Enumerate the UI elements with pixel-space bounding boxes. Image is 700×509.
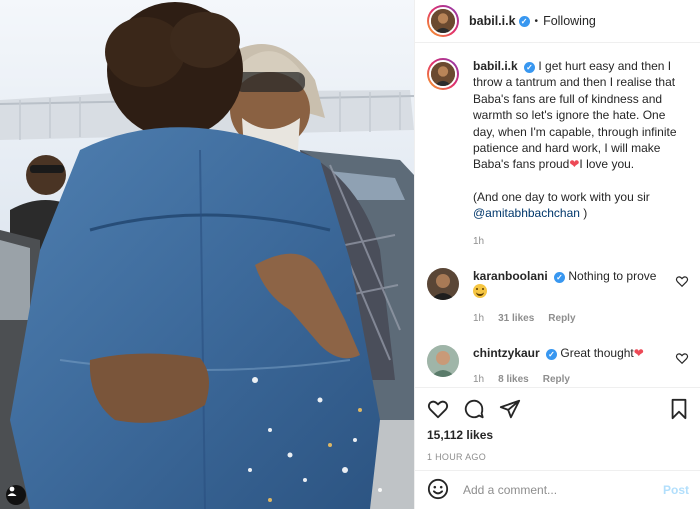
verified-badge-icon: ✓ xyxy=(524,62,536,73)
caption-avatar-image xyxy=(429,60,457,88)
comment-like-heart-icon[interactable] xyxy=(675,274,689,288)
caption-text-2-end: ) xyxy=(579,206,588,221)
verified-badge-icon: ✓ xyxy=(554,272,566,284)
add-comment-bar: Post xyxy=(415,470,700,509)
likes-count[interactable]: 15,112 likes xyxy=(427,428,689,442)
comment-icon[interactable] xyxy=(463,398,485,420)
comment-username[interactable]: chintzykaur xyxy=(473,346,540,360)
post-photo[interactable] xyxy=(0,0,414,509)
heart-icon[interactable] xyxy=(427,398,449,420)
reply-button[interactable]: Reply xyxy=(548,311,575,327)
comment-body: karanboolani ✓ Nothing to prove 1h 31 li… xyxy=(473,268,669,327)
tag-people-icon[interactable] xyxy=(6,485,26,505)
header-separator: • xyxy=(534,15,539,27)
emoji-icon[interactable] xyxy=(427,478,449,503)
comment-meta: 1h 8 likes Reply xyxy=(473,372,669,387)
comments-list[interactable]: babil.i.k ✓ I get hurt easy and then I t… xyxy=(415,44,700,387)
comment-body: chintzykaur ✓ Great thought❤ 1h 8 likes … xyxy=(473,345,669,387)
bookmark-icon[interactable] xyxy=(669,398,689,423)
commenter-avatar[interactable] xyxy=(427,345,459,378)
caption-body: babil.i.k ✓ I get hurt easy and then I t… xyxy=(473,58,689,250)
comment-time: 1h xyxy=(473,312,485,324)
commenter-avatar[interactable] xyxy=(427,268,459,301)
post-comment-button[interactable]: Post xyxy=(663,483,689,497)
mention-link[interactable]: @amitabhbachchan xyxy=(473,206,580,220)
caption-text-2: (And one day to work with you sir xyxy=(473,189,650,204)
caption-text: I get hurt easy and then I throw a tantr… xyxy=(473,59,677,172)
author-avatar-image xyxy=(429,7,457,35)
share-icon[interactable] xyxy=(499,398,521,420)
comment-username[interactable]: karanboolani xyxy=(473,269,548,283)
caption-time: 1h xyxy=(473,235,485,247)
comment-meta: 1h 31 likes Reply xyxy=(473,311,669,327)
comment-item: karanboolani ✓ Nothing to prove 1h 31 li… xyxy=(427,268,689,327)
post-caption: babil.i.k ✓ I get hurt easy and then I t… xyxy=(427,58,689,250)
comment-input[interactable] xyxy=(463,483,653,497)
post-side-panel: babil.i.k ✓ • Following babil.i.k ✓ I ge… xyxy=(414,0,700,509)
following-button[interactable]: Following xyxy=(543,14,596,28)
tag-people-glyph xyxy=(7,486,17,496)
comment-text: Nothing to prove xyxy=(568,269,657,284)
action-bar xyxy=(427,388,689,430)
comment-item: chintzykaur ✓ Great thought❤ 1h 8 likes … xyxy=(427,345,689,387)
comment-likes[interactable]: 8 likes xyxy=(498,372,529,387)
reply-button[interactable]: Reply xyxy=(543,372,570,387)
comment-likes[interactable]: 31 likes xyxy=(498,311,534,327)
author-username[interactable]: babil.i.k xyxy=(469,14,516,28)
heart-emoji: ❤ xyxy=(633,346,644,361)
post-photo-image xyxy=(0,0,414,509)
comment-text: Great thought xyxy=(560,346,634,361)
smiley-emoji-icon xyxy=(473,284,487,299)
author-avatar[interactable] xyxy=(427,5,459,37)
comment-like-heart-icon[interactable] xyxy=(675,351,689,365)
post-header: babil.i.k ✓ • Following xyxy=(415,0,700,43)
verified-badge-icon: ✓ xyxy=(546,349,558,361)
verified-badge-icon: ✓ xyxy=(518,15,530,27)
post-actions: 15,112 likes 1 HOUR AGO xyxy=(415,387,700,469)
caption-avatar[interactable] xyxy=(427,58,459,90)
caption-username[interactable]: babil.i.k xyxy=(473,59,518,73)
heart-emoji: ❤ xyxy=(569,157,580,172)
comment-time: 1h xyxy=(473,373,485,385)
caption-text-end: I love you. xyxy=(579,157,635,172)
post-timestamp[interactable]: 1 HOUR AGO xyxy=(427,452,689,462)
